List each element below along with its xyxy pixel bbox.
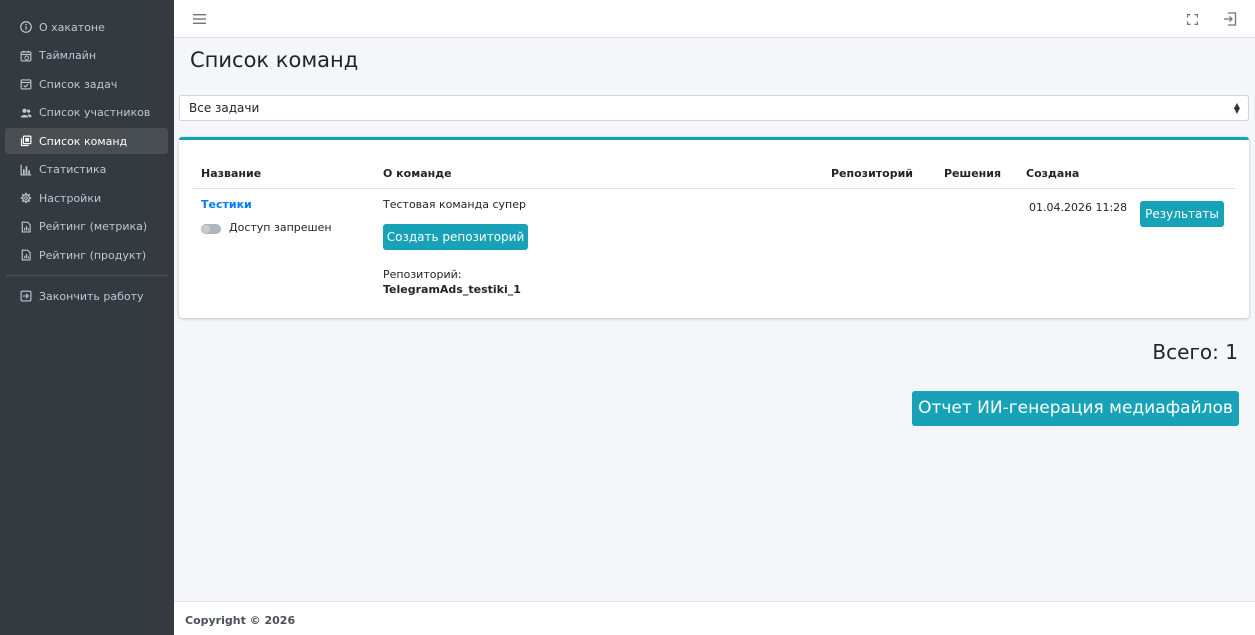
sidebar-item-label: Статистика [39, 163, 107, 176]
fullscreen-icon[interactable] [1183, 10, 1201, 28]
sidebar-item-about[interactable]: О хакатоне [5, 14, 168, 40]
table-header-divider [1020, 188, 1235, 189]
sign-out-icon [19, 289, 33, 303]
select-caret-icon: ▲ ▼ [1233, 101, 1240, 115]
total-count: Всего: 1 [1152, 340, 1238, 364]
task-filter-value: Все задачи [189, 101, 260, 115]
file-chart-icon [19, 248, 33, 262]
file-chart-icon [19, 220, 33, 234]
sidebar-item-teams[interactable]: Список команд [5, 128, 168, 154]
sidebar: О хакатоне Таймлайн Список задач Список … [0, 0, 174, 635]
column-header-created: Создана [1026, 167, 1080, 180]
sidebar-item-label: Список участников [39, 106, 151, 119]
calendar-check-icon [19, 77, 33, 91]
results-button[interactable]: Результаты [1140, 201, 1224, 227]
column-header-name: Название [201, 167, 262, 180]
sidebar-item-label: Таймлайн [39, 49, 97, 62]
toggle-knob [202, 225, 210, 233]
sidebar-item-label: Список задач [39, 77, 118, 91]
repository-label: Репозиторий: [383, 268, 462, 281]
sidebar-item-participants[interactable]: Список участников [5, 100, 168, 126]
column-header-about: О команде [383, 167, 452, 180]
sidebar-item-tasks[interactable]: Список задач [5, 71, 168, 97]
ai-media-report-button[interactable]: Отчет ИИ-генерация медиафайлов [912, 391, 1239, 426]
sidebar-item-statistics[interactable]: Статистика [5, 157, 168, 183]
column-header-solutions: Решения [944, 167, 1002, 180]
copyright-text: Copyright © 2026 [185, 614, 296, 627]
sidebar-item-timeline[interactable]: Таймлайн [5, 43, 168, 69]
sidebar-item-label: Рейтинг (продукт) [39, 248, 147, 262]
created-date: 01.04.2026 11:28 [1029, 201, 1128, 214]
team-description: Тестовая команда супер [383, 198, 526, 211]
info-icon [19, 20, 33, 34]
top-navbar [174, 0, 1255, 38]
footer: Copyright © 2026 [174, 601, 1255, 635]
sidebar-item-rating-metric[interactable]: Рейтинг (метрика) [5, 214, 168, 240]
clone-icon [19, 134, 33, 148]
sidebar-item-rating-product[interactable]: Рейтинг (продукт) [5, 242, 168, 268]
users-icon [19, 106, 33, 120]
access-toggle-label: Доступ запрешен [229, 221, 332, 234]
sign-out-icon[interactable] [1220, 9, 1240, 29]
page-title: Список команд [190, 48, 359, 72]
sidebar-item-label: Настройки [39, 191, 102, 205]
sidebar-item-logout[interactable]: Закончить работу [5, 283, 168, 309]
table-header-divider [193, 188, 1020, 189]
sidebar-item-settings[interactable]: Настройки [5, 185, 168, 211]
column-header-repository: Репозиторий [831, 167, 914, 180]
sidebar-item-label: О хакатоне [39, 20, 105, 34]
sidebar-item-label: Список команд [39, 134, 128, 148]
sidebar-divider [6, 275, 168, 276]
gear-icon [19, 191, 33, 205]
sidebar-item-label: Рейтинг (метрика) [39, 220, 148, 233]
access-toggle[interactable] [201, 224, 221, 234]
team-name-link[interactable]: Тестики [201, 198, 252, 211]
create-repo-button[interactable]: Создать репозиторий [383, 224, 528, 250]
task-filter-select[interactable]: Все задачи ▲ ▼ [179, 95, 1249, 121]
repository-name: TelegramAds_testiki_1 [383, 283, 521, 296]
sidebar-item-label: Закончить работу [39, 289, 144, 303]
bar-chart-icon [19, 163, 33, 177]
hamburger-menu-icon[interactable] [190, 10, 208, 28]
calendar-clock-icon [19, 49, 33, 63]
teams-card: Название О команде Репозиторий Решения С… [179, 137, 1249, 318]
sidebar-nav: О хакатоне Таймлайн Список задач Список … [0, 0, 174, 309]
